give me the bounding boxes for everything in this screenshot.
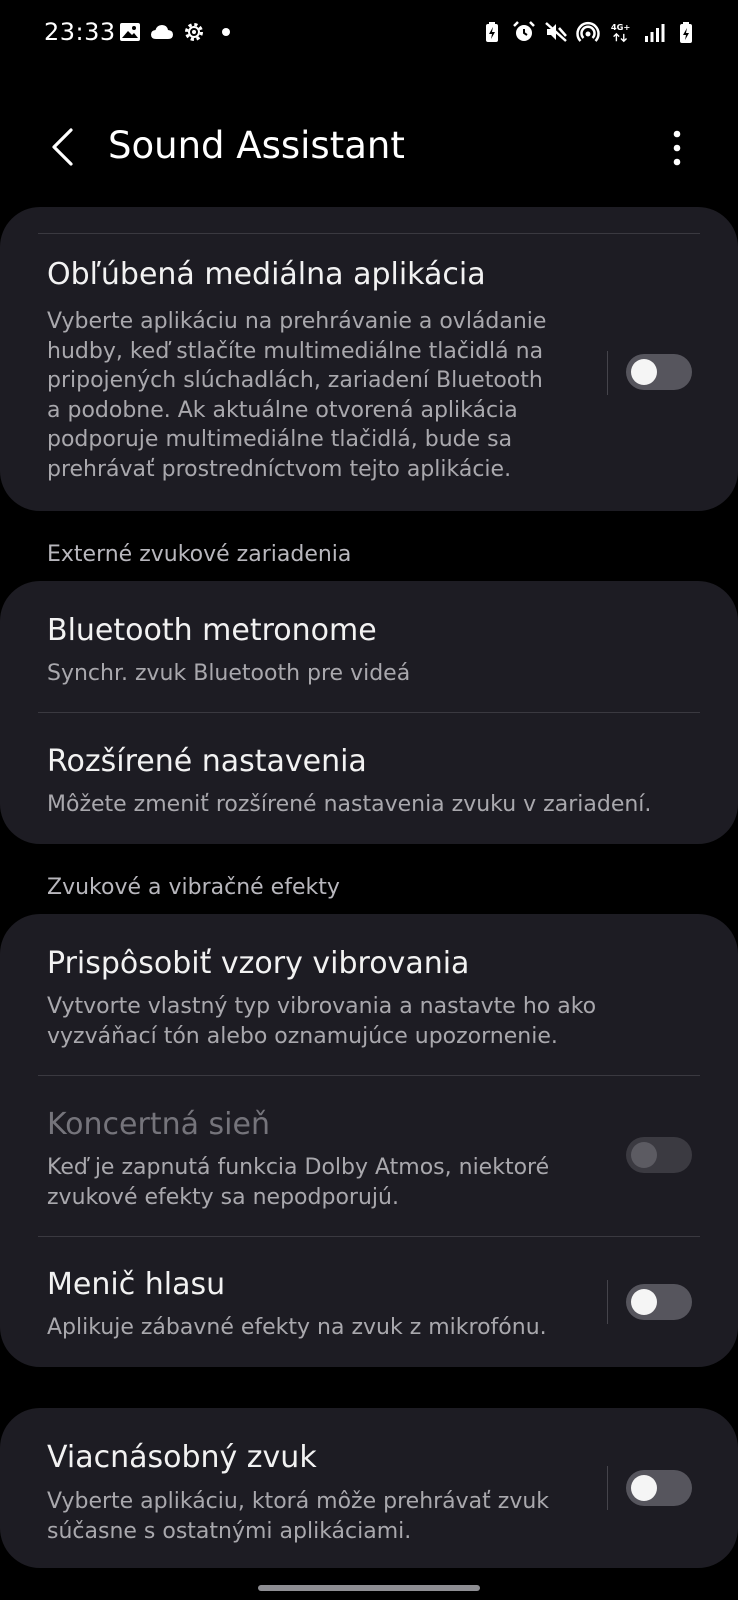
cloud-icon — [150, 20, 174, 44]
multi-sound-toggle[interactable] — [626, 1470, 692, 1506]
media-app-description: Vyberte aplikáciu na prehrávanie a ovlád… — [47, 309, 547, 482]
dot-icon — [214, 20, 238, 44]
back-button[interactable] — [40, 122, 84, 172]
media-app-toggle[interactable] — [626, 354, 692, 390]
advanced-settings-title: Rozšírené nastavenia — [47, 744, 367, 779]
external-devices-card: Bluetooth metronome Synchr. zvuk Bluetoo… — [0, 581, 738, 844]
separator — [607, 1280, 608, 1324]
sound-effects-card: Prispôsobiť vzory vibrovania Vytvorte vl… — [0, 914, 738, 1367]
toggle-knob — [631, 1289, 657, 1315]
toggle-knob — [631, 1142, 657, 1168]
toggle-knob — [631, 359, 657, 385]
page-title: Sound Assistant — [108, 124, 405, 167]
section-header-external: Externé zvukové zariadenia — [47, 542, 352, 567]
battery-saver-icon — [480, 20, 504, 44]
media-app-title: Obľúbená mediálna aplikácia — [47, 257, 486, 292]
divider — [38, 233, 700, 234]
alarm-icon — [512, 20, 536, 44]
separator — [607, 351, 608, 395]
vibration-patterns-setting[interactable]: Prispôsobiť vzory vibrovania Vytvorte vl… — [0, 914, 738, 1074]
bluetooth-metronome-setting[interactable]: Bluetooth metronome Synchr. zvuk Bluetoo… — [0, 581, 738, 712]
vibration-patterns-title: Prispôsobiť vzory vibrovania — [47, 946, 470, 981]
concert-hall-toggle — [626, 1137, 692, 1173]
mute-icon — [544, 20, 568, 44]
multi-sound-title: Viacnásobný zvuk — [47, 1440, 317, 1475]
status-left-icons — [118, 20, 238, 44]
more-options-button[interactable] — [662, 124, 692, 172]
multi-sound-subtitle: Vyberte aplikáciu, ktorá môže prehrávať … — [47, 1489, 550, 1544]
status-bar: 23:33 4G+ — [0, 0, 738, 66]
voice-changer-title: Menič hlasu — [47, 1267, 226, 1302]
app-bar: Sound Assistant — [0, 100, 738, 194]
status-time: 23:33 — [44, 18, 116, 46]
4g-icon: 4G+ — [608, 20, 634, 44]
battery-icon — [674, 20, 698, 44]
voice-changer-toggle[interactable] — [626, 1284, 692, 1320]
separator — [607, 1466, 608, 1510]
media-app-card: Obľúbená mediálna aplikácia Vyberte apli… — [0, 207, 738, 511]
advanced-settings-subtitle: Môžete zmeniť rozšírené nastavenia zvuku… — [47, 792, 652, 817]
advanced-settings-setting[interactable]: Rozšírené nastavenia Môžete zmeniť rozší… — [0, 713, 738, 844]
multi-sound-card: Viacnásobný zvuk Vyberte aplikáciu, ktor… — [0, 1408, 738, 1568]
section-header-effects: Zvukové a vibračné efekty — [47, 875, 340, 900]
toggle-knob — [631, 1475, 657, 1501]
status-right-icons: 4G+ — [480, 20, 698, 44]
concert-hall-subtitle: Keď je zapnutá funkcia Dolby Atmos, niek… — [47, 1155, 550, 1210]
bluetooth-metronome-subtitle: Synchr. zvuk Bluetooth pre videá — [47, 661, 411, 686]
voice-changer-subtitle: Aplikuje zábavné efekty na zvuk z mikrof… — [47, 1315, 547, 1340]
home-indicator[interactable] — [258, 1585, 480, 1591]
back-arrow-icon — [52, 128, 73, 166]
bluetooth-metronome-title: Bluetooth metronome — [47, 613, 377, 648]
concert-hall-title: Koncertná sieň — [47, 1107, 270, 1142]
settings-icon — [182, 20, 206, 44]
svg-text:4G+: 4G+ — [611, 22, 631, 32]
hotspot-icon — [576, 20, 600, 44]
vibration-patterns-subtitle: Vytvorte vlastný typ vibrovania a nastav… — [47, 994, 597, 1049]
gallery-icon — [118, 20, 142, 44]
signal-icon — [642, 20, 666, 44]
more-vertical-icon — [673, 130, 681, 166]
